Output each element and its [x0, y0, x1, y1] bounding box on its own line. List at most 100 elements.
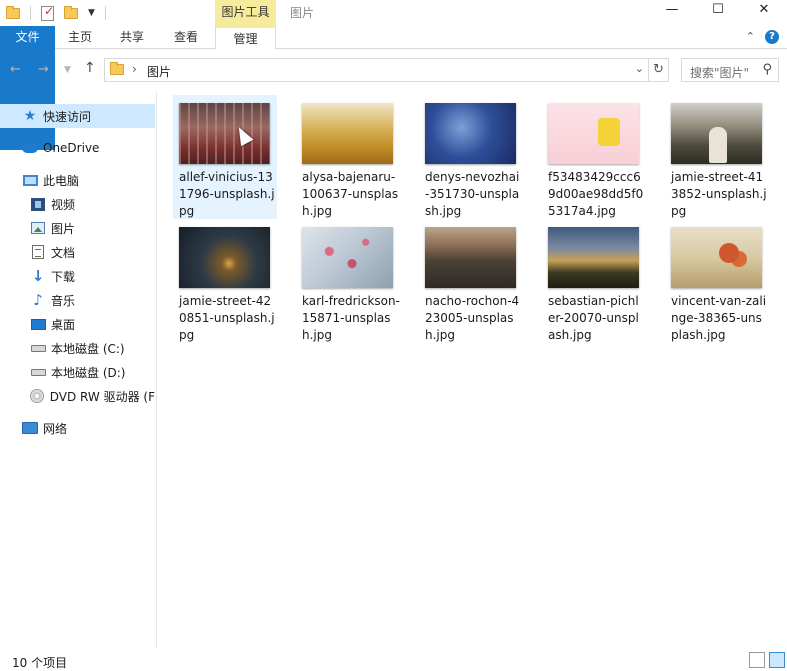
file-name: alysa-bajenaru-100637-unsplash.jpg [302, 170, 399, 218]
nav-label: 网络 [43, 421, 68, 436]
image-thumbnail [671, 103, 762, 164]
breadcrumb-chevron-icon[interactable]: › [132, 62, 137, 76]
minimize-button[interactable]: — [649, 0, 695, 22]
file-name: jamie-street-413852-unsplash.jpg [671, 170, 767, 218]
file-view: allef-vinicius-131796-unsplash.jpg alysa… [157, 92, 787, 648]
forward-arrow-icon[interactable]: → [38, 62, 49, 77]
toolbar-divider [30, 6, 31, 20]
search-placeholder: 搜索"图片" [690, 66, 750, 80]
desktop-icon [30, 316, 46, 332]
nav-quick-access[interactable]: ★ 快速访问 [0, 104, 155, 128]
file-item[interactable]: vincent-van-zalinge-38365-unsplash.jpg [665, 219, 769, 343]
drive-icon [30, 364, 46, 380]
pictures-icon [30, 220, 46, 236]
image-thumbnail [302, 227, 393, 288]
nav-label: 此电脑 [43, 173, 80, 188]
nav-label: 本地磁盘 (C:) [51, 341, 125, 356]
file-name: karl-fredrickson-15871-unsplash.jpg [302, 294, 400, 342]
nav-label: DVD RW 驱动器 (F [49, 389, 155, 404]
close-button[interactable]: ✕ [741, 0, 787, 22]
breadcrumb-pictures[interactable]: 图片 [147, 63, 171, 80]
file-name: nacho-rochon-423005-unsplash.jpg [425, 294, 520, 342]
this-pc-icon [22, 172, 38, 188]
large-icons-view-icon[interactable] [769, 652, 785, 668]
navigation-bar: ← → ▼ ↑ › 图片 ⌄ ↻ 搜索"图片" ⚲ [0, 56, 787, 84]
drive-icon [30, 340, 46, 356]
file-item[interactable]: nacho-rochon-423005-unsplash.jpg [419, 219, 523, 343]
ribbon-tabs: 文件 主页 共享 查看 管理 ⌃ ? [0, 26, 787, 150]
file-item[interactable]: jamie-street-420851-unsplash.jpg [173, 219, 277, 343]
image-thumbnail [179, 103, 270, 164]
nav-onedrive[interactable]: OneDrive [0, 136, 155, 160]
file-item[interactable]: karl-fredrickson-15871-unsplash.jpg [296, 219, 400, 343]
tab-share[interactable]: 共享 [110, 26, 154, 49]
nav-label: 音乐 [51, 293, 76, 308]
address-bar[interactable]: › 图片 ⌄ [104, 58, 649, 82]
tab-home[interactable]: 主页 [58, 26, 102, 49]
file-item[interactable]: jamie-street-413852-unsplash.jpg [665, 95, 769, 219]
item-count: 10 个项目 [12, 656, 68, 670]
view-toggle-group [749, 652, 785, 668]
image-thumbnail [671, 227, 762, 288]
file-item[interactable]: denys-nevozhai-351730-unsplash.jpg [419, 95, 523, 219]
music-icon: ♪ [33, 291, 43, 309]
ribbon-right-controls: ⌃ ? [746, 30, 779, 44]
navigation-pane: ★ 快速访问 OneDrive 此电脑 视频 图片 文档 ↓ 下载 ♪ 音乐 桌… [0, 92, 156, 648]
toolbar-divider [104, 6, 106, 20]
up-arrow-icon[interactable]: ↑ [84, 60, 96, 76]
file-name: denys-nevozhai-351730-unsplash.jpg [425, 170, 520, 218]
nav-label: 下载 [51, 269, 76, 284]
recent-locations-chevron-icon[interactable]: ▼ [64, 65, 71, 75]
nav-label: 桌面 [51, 317, 76, 332]
nav-desktop[interactable]: 桌面 [0, 312, 155, 336]
nav-music[interactable]: ♪ 音乐 [0, 288, 155, 312]
nav-dvd-drive[interactable]: DVD RW 驱动器 (F [0, 384, 155, 408]
nav-label: 视频 [51, 197, 76, 212]
status-bar: 10 个项目 [0, 648, 787, 671]
downloads-icon: ↓ [31, 267, 45, 285]
nav-videos[interactable]: 视频 [0, 192, 155, 216]
back-arrow-icon[interactable]: ← [10, 62, 21, 77]
window-title: 图片 [290, 6, 315, 20]
documents-icon [30, 244, 46, 260]
nav-label: 本地磁盘 (D:) [51, 365, 126, 380]
nav-drive-d[interactable]: 本地磁盘 (D:) [0, 360, 155, 384]
new-folder-icon[interactable] [64, 6, 78, 20]
address-folder-icon [110, 62, 124, 75]
file-item[interactable]: f53483429ccc69d00ae98dd5f05317a4.jpg [542, 95, 646, 219]
quick-access-toolbar: ▼ [6, 4, 106, 22]
nav-label: OneDrive [43, 141, 100, 155]
file-name: f53483429ccc69d00ae98dd5f05317a4.jpg [548, 170, 644, 218]
file-name: vincent-van-zalinge-38365-unsplash.jpg [671, 294, 767, 342]
nav-this-pc[interactable]: 此电脑 [0, 168, 155, 192]
nav-pictures[interactable]: 图片 [0, 216, 155, 240]
refresh-icon[interactable]: ↻ [649, 58, 669, 82]
search-input[interactable]: 搜索"图片" ⚲ [681, 58, 779, 82]
title-bar: ▼ 图片工具 图片 — ☐ ✕ [0, 0, 787, 26]
folder-icon [6, 6, 20, 20]
file-item[interactable]: sebastian-pichler-20070-unsplash.jpg [542, 219, 646, 343]
details-view-icon[interactable] [749, 652, 765, 668]
nav-label: 图片 [51, 221, 76, 236]
nav-drive-c[interactable]: 本地磁盘 (C:) [0, 336, 155, 360]
help-icon[interactable]: ? [765, 30, 779, 44]
search-icon[interactable]: ⚲ [762, 62, 772, 77]
nav-label: 文档 [51, 245, 76, 260]
nav-network[interactable]: 网络 [0, 416, 155, 440]
image-thumbnail [179, 227, 270, 288]
file-item[interactable]: allef-vinicius-131796-unsplash.jpg [173, 95, 277, 219]
tab-view[interactable]: 查看 [164, 26, 208, 49]
address-dropdown-icon[interactable]: ⌄ [635, 62, 644, 75]
customize-toolbar-dropdown-icon[interactable]: ▼ [88, 8, 95, 18]
image-thumbnail [548, 103, 639, 164]
nav-documents[interactable]: 文档 [0, 240, 155, 264]
quick-access-star-icon: ★ [23, 108, 37, 124]
nav-downloads[interactable]: ↓ 下载 [0, 264, 155, 288]
maximize-button[interactable]: ☐ [695, 0, 741, 22]
dvd-drive-icon [30, 388, 45, 404]
collapse-ribbon-icon[interactable]: ⌃ [746, 30, 755, 44]
file-item[interactable]: alysa-bajenaru-100637-unsplash.jpg [296, 95, 400, 219]
image-thumbnail [548, 227, 639, 288]
tab-manage[interactable]: 管理 [215, 26, 276, 49]
properties-icon[interactable] [41, 4, 54, 21]
